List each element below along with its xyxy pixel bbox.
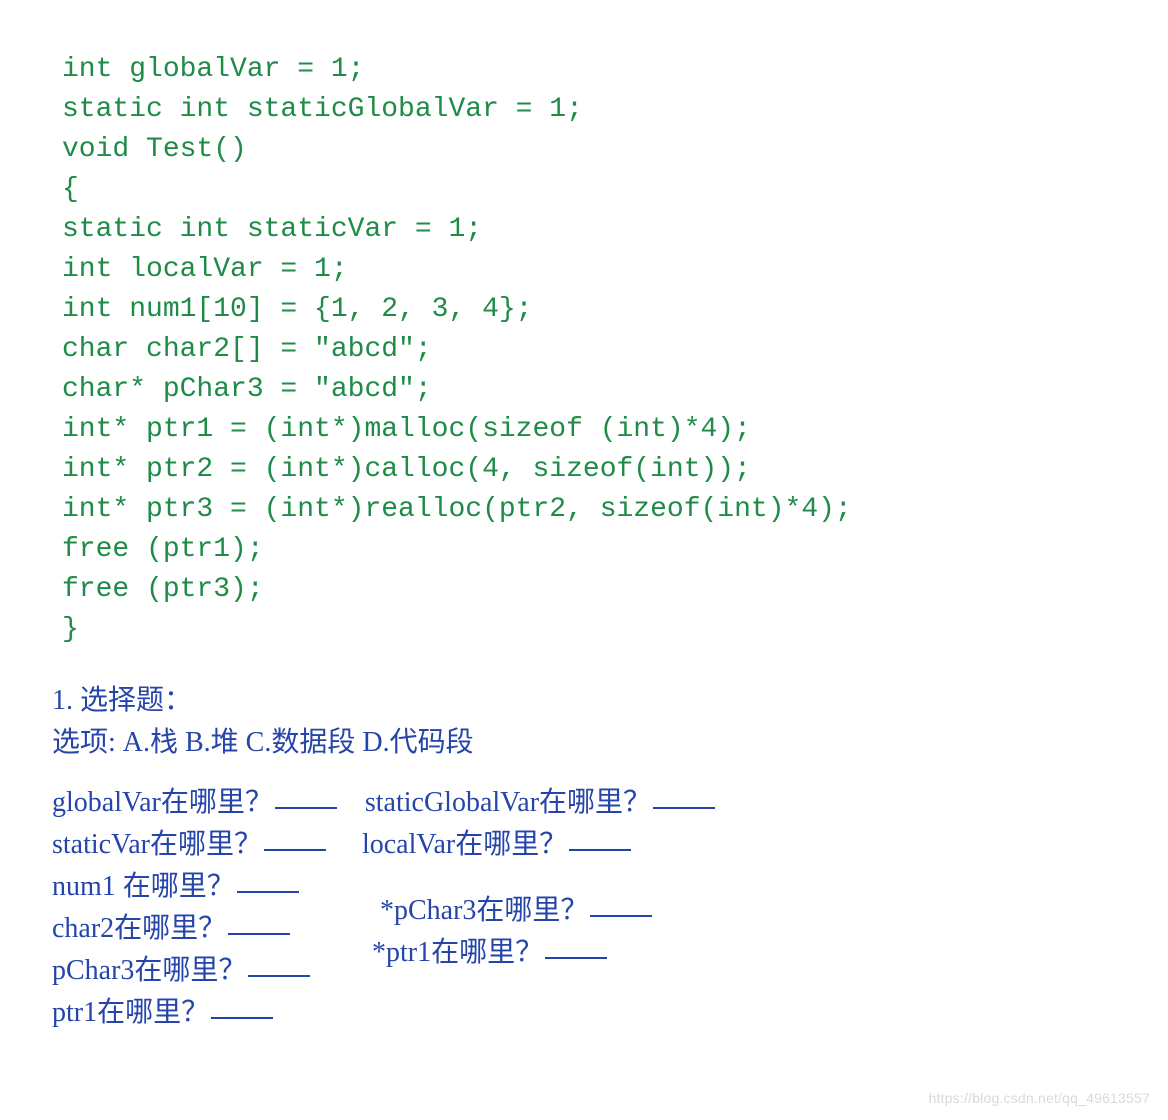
- question-row: staticVar在哪里？ localVar在哪里？: [52, 824, 1168, 866]
- code-block: int globalVar = 1; static int staticGlob…: [0, 0, 1168, 650]
- answer-blank: [275, 785, 337, 809]
- question-text: *pChar3在哪里？: [380, 890, 588, 932]
- code-line: }: [62, 614, 79, 645]
- question-text: ptr1在哪里？: [52, 992, 209, 1034]
- code-line: int globalVar = 1;: [62, 54, 364, 85]
- answer-blank: [248, 953, 310, 977]
- question-item: *pChar3在哪里？: [380, 890, 652, 932]
- code-line: free (ptr3);: [62, 574, 264, 605]
- answer-blank: [590, 893, 652, 917]
- question-block: 1. 选择题： 选项: A.栈 B.堆 C.数据段 D.代码段 globalVa…: [0, 650, 1168, 1034]
- question-text: localVar在哪里？: [362, 824, 567, 866]
- question-row: char2在哪里？ *pChar3在哪里？: [52, 908, 1168, 950]
- question-text: char2在哪里？: [52, 908, 226, 950]
- question-text: pChar3在哪里？: [52, 950, 246, 992]
- watermark-text: https://blog.csdn.net/qq_49613557: [929, 1090, 1150, 1106]
- code-line: int* ptr1 = (int*)malloc(sizeof (int)*4)…: [62, 414, 751, 445]
- question-text: staticGlobalVar在哪里？: [365, 782, 651, 824]
- question-item: staticVar在哪里？: [52, 824, 326, 866]
- quiz-title: 1. 选择题：: [52, 680, 1168, 722]
- question-row: pChar3在哪里？ *ptr1在哪里？: [52, 950, 1168, 992]
- code-line: static int staticVar = 1;: [62, 214, 482, 245]
- question-text: staticVar在哪里？: [52, 824, 262, 866]
- question-text: num1 在哪里？: [52, 866, 235, 908]
- question-item: ptr1在哪里？: [52, 992, 273, 1034]
- answer-blank: [653, 785, 715, 809]
- code-line: int* ptr2 = (int*)calloc(4, sizeof(int))…: [62, 454, 751, 485]
- question-item: staticGlobalVar在哪里？: [365, 782, 715, 824]
- question-item: pChar3在哪里？: [52, 950, 352, 992]
- answer-blank: [237, 869, 299, 893]
- code-line: char* pChar3 = "abcd";: [62, 374, 432, 405]
- question-row: globalVar在哪里？ staticGlobalVar在哪里？: [52, 782, 1168, 824]
- code-line: {: [62, 174, 79, 205]
- question-item: num1 在哪里？: [52, 866, 352, 908]
- answer-blank: [264, 827, 326, 851]
- quiz-options: 选项: A.栈 B.堆 C.数据段 D.代码段: [52, 722, 1168, 764]
- question-item: localVar在哪里？: [362, 824, 631, 866]
- code-line: static int staticGlobalVar = 1;: [62, 94, 583, 125]
- question-item: globalVar在哪里？: [52, 782, 337, 824]
- code-line: char char2[] = "abcd";: [62, 334, 432, 365]
- answer-blank: [545, 935, 607, 959]
- answer-blank: [211, 995, 273, 1019]
- code-line: free (ptr1);: [62, 534, 264, 565]
- question-text: *ptr1在哪里？: [372, 932, 543, 974]
- code-line: int localVar = 1;: [62, 254, 348, 285]
- question-item: char2在哪里？: [52, 908, 352, 950]
- answer-blank: [569, 827, 631, 851]
- code-line: void Test(): [62, 134, 247, 165]
- question-row: ptr1在哪里？: [52, 992, 1168, 1034]
- question-text: globalVar在哪里？: [52, 782, 273, 824]
- code-line: int* ptr3 = (int*)realloc(ptr2, sizeof(i…: [62, 494, 852, 525]
- question-item: *ptr1在哪里？: [372, 932, 607, 974]
- answer-blank: [228, 911, 290, 935]
- code-line: int num1[10] = {1, 2, 3, 4};: [62, 294, 532, 325]
